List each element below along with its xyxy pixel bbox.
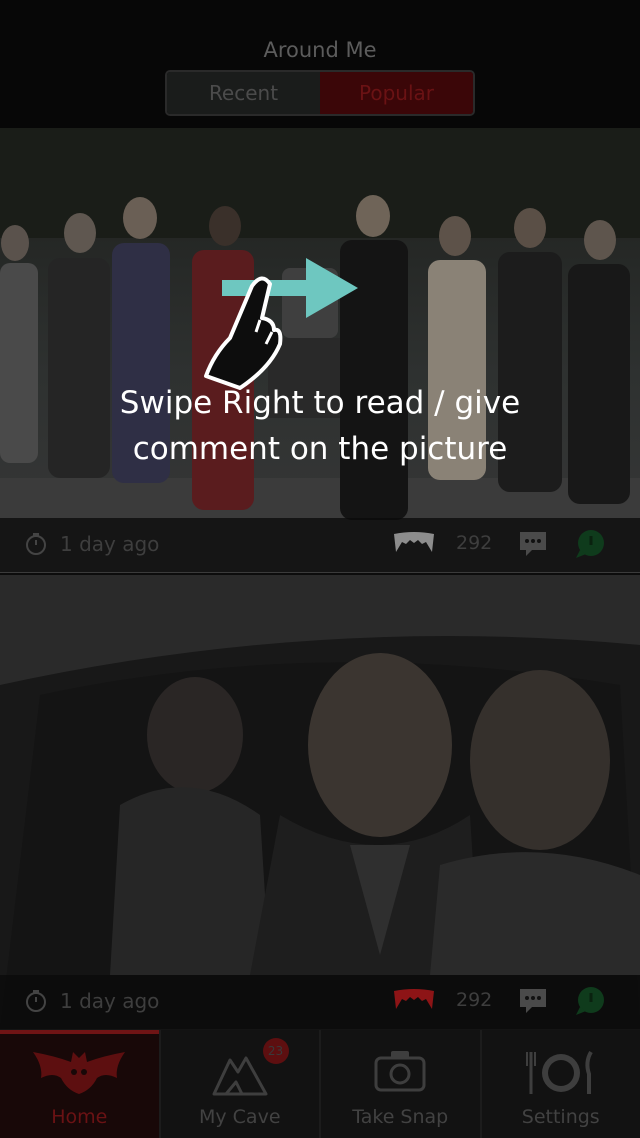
bottom-tab-bar: Home 23 My Cave Take Snap Settings <box>0 1030 640 1138</box>
tab-my-cave-label: My Cave <box>198 1106 281 1128</box>
swipe-hint-text: Swipe Right to read / give comment on th… <box>0 380 640 472</box>
tab-settings-label: Settings <box>521 1106 600 1128</box>
mountain-icon <box>212 1056 268 1096</box>
post-meta-bar: 1 day ago 292 <box>0 518 640 572</box>
tab-home-label: Home <box>51 1106 108 1128</box>
camera-icon <box>374 1051 426 1092</box>
post-photo <box>0 575 640 1030</box>
swipe-hand-icon <box>204 258 358 390</box>
tab-take-snap-label: Take Snap <box>352 1106 449 1128</box>
tab-popular[interactable]: Popular <box>320 72 473 114</box>
like-count: 292 <box>456 989 493 1011</box>
active-tab-indicator <box>0 1030 159 1034</box>
stopwatch-icon <box>26 533 46 555</box>
tab-home[interactable]: Home <box>0 1030 159 1138</box>
tab-my-cave[interactable]: 23 My Cave <box>158 1030 319 1138</box>
screen: Around Me Recent Popular 1 day ago 292 1… <box>0 0 640 1138</box>
fangs-like-icon[interactable] <box>392 987 436 1017</box>
like-count: 292 <box>456 532 493 554</box>
hint-line-1: Swipe Right to read / give <box>119 385 521 421</box>
post-time: 1 day ago <box>60 532 160 556</box>
stopwatch-icon <box>26 990 46 1012</box>
bat-icon <box>33 1052 126 1094</box>
chat-bubble-icon[interactable] <box>574 528 606 560</box>
feed-toggle: Recent Popular <box>165 70 475 116</box>
plate-cutlery-icon <box>525 1050 593 1094</box>
post-meta-bar: 1 day ago 292 <box>0 975 640 1029</box>
tab-take-snap[interactable]: Take Snap <box>319 1030 480 1138</box>
comment-icon[interactable] <box>518 987 548 1015</box>
fangs-like-icon[interactable] <box>392 530 436 560</box>
notification-badge: 23 <box>262 1038 289 1064</box>
post-time: 1 day ago <box>60 989 160 1013</box>
post-card[interactable]: 1 day ago 292 <box>0 575 640 1030</box>
chat-bubble-icon[interactable] <box>574 985 606 1017</box>
header: Around Me Recent Popular <box>0 0 640 128</box>
tab-settings[interactable]: Settings <box>479 1030 640 1138</box>
comment-icon[interactable] <box>518 530 548 558</box>
page-title: Around Me <box>263 38 377 62</box>
hint-line-2: comment on the picture <box>132 431 508 467</box>
tab-recent[interactable]: Recent <box>167 72 320 114</box>
